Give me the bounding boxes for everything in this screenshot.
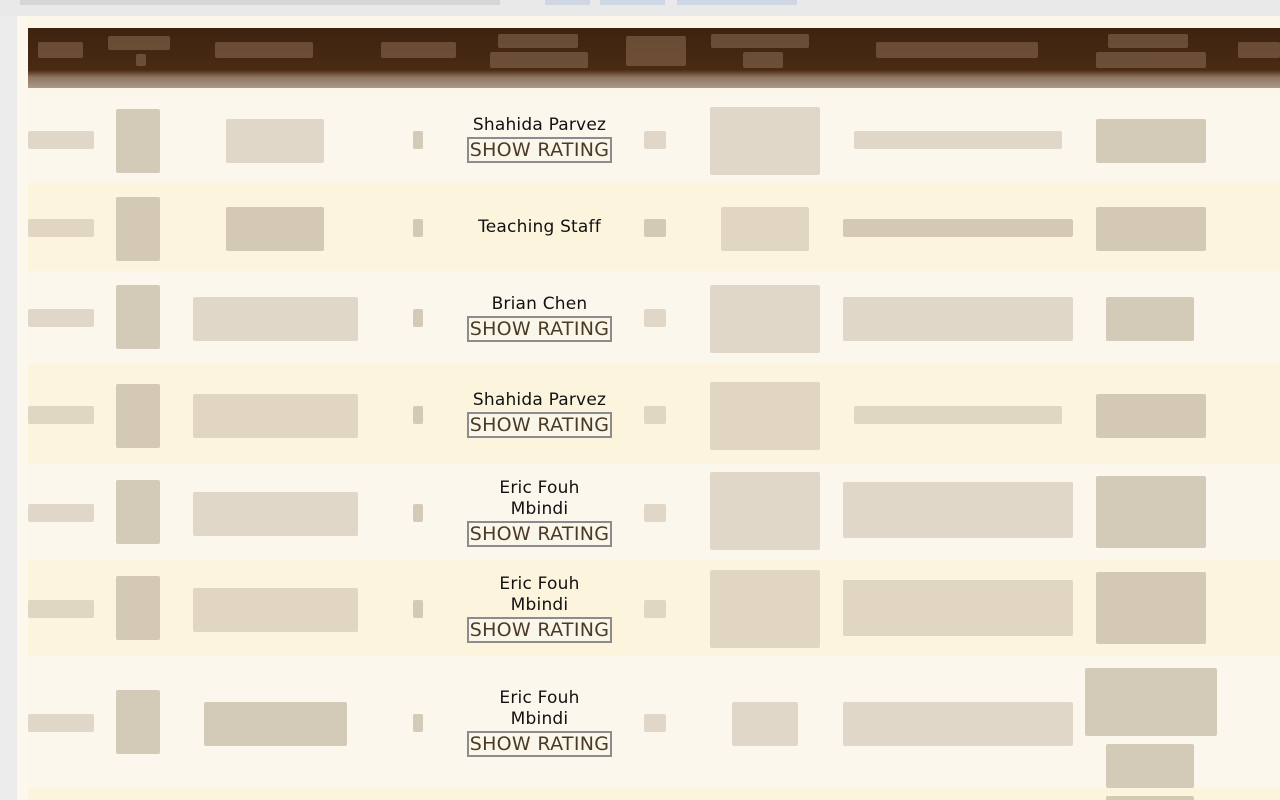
instructor-name: Teaching Staff	[478, 216, 601, 237]
instructor-cell: Shahida Parvez SHOW RATING	[452, 95, 627, 183]
show-rating-button[interactable]: SHOW RATING	[466, 315, 613, 342]
instructor-cell: Eric Fouh Mbindi SHOW RATING	[452, 464, 627, 560]
column-header-blurred	[38, 42, 83, 58]
column-header-blurred	[215, 42, 313, 58]
blurred-text	[20, 0, 500, 5]
instructor-name: Eric Fouh Mbindi	[499, 687, 580, 729]
table-row: Shahida Parvez SHOW RATING	[28, 95, 1280, 183]
instructor-cell: Eric Fouh Mbindi SHOW RATING	[452, 656, 627, 788]
table-row: Teaching Staff	[28, 183, 1280, 271]
instructor-name: Eric Fouh Mbindi	[499, 477, 580, 519]
column-header-blurred	[626, 36, 686, 66]
table-row: Eric Fouh Mbindi SHOW RATING	[28, 464, 1280, 560]
column-header-blurred	[1238, 42, 1280, 58]
show-rating-button[interactable]: SHOW RATING	[466, 412, 613, 438]
column-header-blurred	[876, 42, 1038, 58]
show-rating-button[interactable]: SHOW RATING	[466, 616, 613, 643]
instructor-name: Shahida Parvez	[472, 390, 607, 410]
column-header-blurred	[1108, 34, 1188, 48]
show-rating-button[interactable]: SHOW RATING	[466, 730, 613, 757]
instructor-cell: Brian Chen SHOW RATING	[452, 271, 627, 364]
table-row: Brian Chen SHOW RATING	[28, 271, 1280, 364]
table-row: Eric Fouh Mbindi SHOW RATING	[28, 656, 1280, 788]
blurred-link	[677, 0, 797, 5]
table-header	[28, 28, 1280, 88]
column-header-blurred	[711, 34, 809, 48]
blurred-link	[545, 0, 590, 5]
show-rating-button[interactable]: SHOW RATING	[466, 520, 613, 547]
instructor-cell: Teaching Staff	[452, 183, 627, 271]
instructor-name: Shahida Parvez	[472, 115, 607, 135]
column-header-blurred	[381, 42, 456, 58]
browser-top-strip	[0, 0, 1280, 16]
column-header-blurred	[498, 34, 578, 48]
table-row: Eric Fouh Mbindi SHOW RATING	[28, 560, 1280, 656]
instructor-cell: Shahida Parvez SHOW RATING	[452, 364, 627, 464]
table-row	[28, 788, 1280, 800]
show-rating-button[interactable]: SHOW RATING	[466, 137, 613, 163]
instructor-name: Eric Fouh Mbindi	[499, 573, 580, 615]
instructor-cell: Eric Fouh Mbindi SHOW RATING	[452, 560, 627, 656]
course-table: Shahida Parvez SHOW RATING Teaching Staf…	[17, 16, 1280, 800]
left-gutter	[0, 16, 18, 800]
column-header-blurred	[108, 36, 170, 50]
blurred-link	[600, 0, 665, 5]
table-row: Shahida Parvez SHOW RATING	[28, 364, 1280, 464]
instructor-name: Brian Chen	[491, 293, 588, 314]
